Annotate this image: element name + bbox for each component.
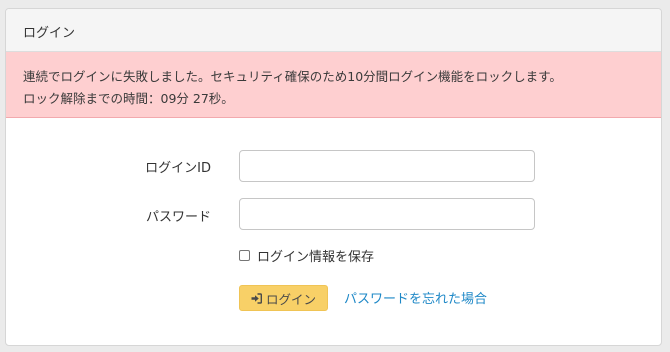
- login-panel: ログイン 連続でログインに失敗しました。セキュリティ確保のため10分間ログイン機…: [5, 8, 662, 346]
- remember-checkbox[interactable]: [239, 250, 250, 261]
- password-input[interactable]: [239, 198, 535, 230]
- login-button[interactable]: ログイン: [239, 285, 328, 311]
- alert-countdown: ロック解除までの時間：09分 27秒。: [23, 91, 234, 106]
- login-id-input[interactable]: [239, 150, 535, 182]
- login-id-label: ログインID: [145, 161, 211, 176]
- panel-title: ログイン: [23, 26, 76, 41]
- alert-message: 連続でログインに失敗しました。セキュリティ確保のため10分間ログイン機能をロック…: [23, 69, 562, 84]
- lockout-alert: 連続でログインに失敗しました。セキュリティ確保のため10分間ログイン機能をロック…: [6, 52, 661, 118]
- forgot-password-link[interactable]: パスワードを忘れた場合: [344, 288, 487, 307]
- panel-header: ログイン: [6, 9, 661, 52]
- sign-in-icon: [251, 292, 262, 304]
- password-label: パスワード: [145, 210, 211, 225]
- login-button-label: ログイン: [265, 291, 316, 307]
- remember-label[interactable]: ログイン情報を保存: [257, 246, 374, 265]
